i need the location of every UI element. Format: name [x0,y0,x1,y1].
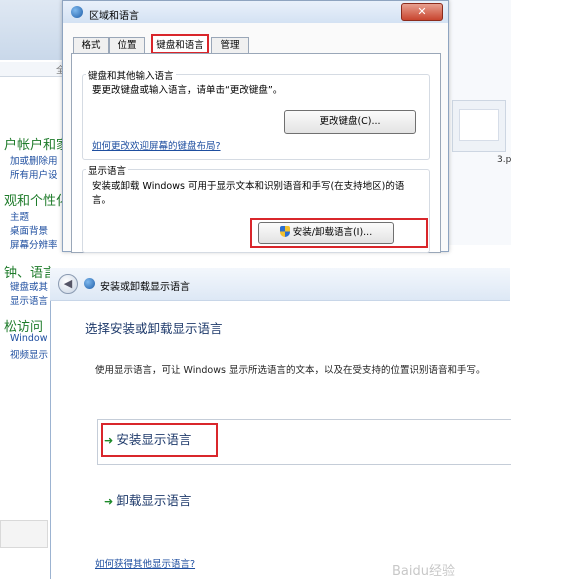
keyboard-group-label: 键盘和其他输入语言 [86,68,176,82]
cp-link-desktop-background[interactable]: 桌面背景 [10,223,48,237]
uninstall-display-languages-item[interactable]: ➜ 卸载显示语言 [104,490,191,509]
close-icon: ✕ [417,5,427,18]
control-panel-search-strip: 全 [0,62,66,77]
cp-link-keyboard[interactable]: 键盘或其 [10,279,48,293]
keyboard-group-text: 要更改键盘或输入语言，请单击“更改键盘”。 [92,85,283,96]
cp-link-windows[interactable]: Window [10,333,47,344]
install-uninstall-languages-label: 安装/卸载语言(I)... [292,227,373,238]
install-display-languages-label: 安装显示语言 [116,432,192,447]
change-keyboards-button[interactable]: 更改键盘(C)... [284,110,416,134]
wizard-description: 使用显示语言，可让 Windows 显示所选语言的文本，以及在受支持的位置识别语… [95,365,486,376]
globe-icon [71,6,83,18]
green-arrow-icon: ➜ [104,434,114,447]
thumbnail-preview [459,109,499,141]
cp-link-all-users[interactable]: 所有用户设 [10,167,58,181]
uac-shield-icon [279,226,290,237]
uninstall-display-languages-label: 卸载显示语言 [116,493,192,508]
dialog-title: 区域和语言 [89,11,139,22]
background-bottom-box [0,520,48,548]
cp-link-resolution[interactable]: 屏幕分辨率 [10,237,58,251]
display-language-group-label: 显示语言 [86,163,129,177]
green-arrow-icon: ➜ [104,495,114,508]
wizard-heading: 选择安装或卸载显示语言 [85,321,223,336]
cp-link-theme[interactable]: 主题 [10,209,29,223]
back-button[interactable]: ◀ [58,274,78,294]
cp-heading-accounts[interactable]: 户帐户和家 [4,134,69,153]
tab-format[interactable]: 格式 [73,37,109,54]
tab-keyboard-language[interactable]: 键盘和语言 [151,34,209,54]
display-language-group-text: 安装或卸载 Windows 可用于显示文本和识别语音和手写(在支持地区)的语言。 [92,181,405,206]
watermark: Baidu经验 [392,564,455,579]
region-language-dialog: 区域和语言 ✕ 格式 位置 键盘和语言 管理 键盘和其他输入语言 要更改键盘或输… [62,0,449,253]
tab-administrative[interactable]: 管理 [211,37,249,54]
wizard-title: 安装或卸载显示语言 [100,282,190,293]
tab-location[interactable]: 位置 [109,37,145,54]
install-display-languages-item[interactable]: ➜ 安装显示语言 [104,429,191,448]
welcome-screen-layout-link[interactable]: 如何更改欢迎屏幕的键盘布局? [92,138,221,152]
cp-heading-appearance[interactable]: 观和个性化 [4,190,69,209]
cp-link-display-language[interactable]: 显示语言 [10,293,48,307]
tab-page: 键盘和其他输入语言 要更改键盘或输入语言，请单击“更改键盘”。 更改键盘(C).… [71,53,441,253]
control-panel-toolbar [0,0,66,60]
language-icon [84,278,95,289]
file-thumbnail[interactable] [452,100,506,152]
dialog-titlebar[interactable]: 区域和语言 ✕ [63,1,448,23]
install-uninstall-languages-button[interactable]: 安装/卸载语言(I)... [258,222,394,244]
cp-link-video-display[interactable]: 视频显示 [10,347,48,361]
close-button[interactable]: ✕ [401,3,443,21]
back-arrow-icon: ◀ [63,277,73,290]
cp-link-add-user[interactable]: 加或删除用 [10,153,58,167]
get-more-languages-link[interactable]: 如何获得其他显示语言? [95,556,195,570]
thumbnail-label: 3.p [497,155,512,165]
